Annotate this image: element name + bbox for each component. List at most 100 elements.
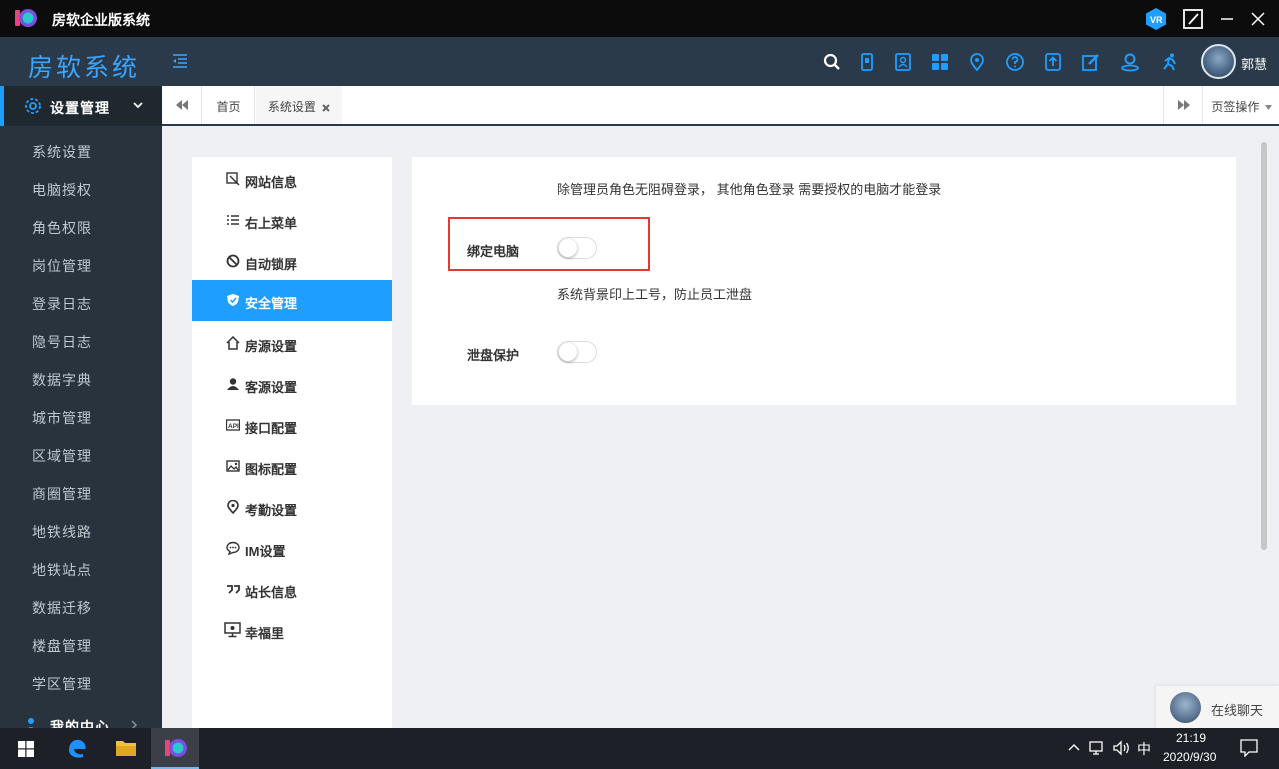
settings-menu-item-icon-config[interactable]: 图标配置 xyxy=(192,446,392,487)
page-actions-dropdown[interactable]: 页签操作 xyxy=(1204,86,1279,124)
vr-icon[interactable]: VR xyxy=(1144,7,1168,31)
monitor-icon xyxy=(224,622,241,638)
settings-menu-item-client-settings[interactable]: 客源设置 xyxy=(192,364,392,405)
double-chevron-right-icon xyxy=(1178,100,1190,110)
gear-icon xyxy=(25,98,41,114)
settings-menu-label: 站长信息 xyxy=(245,585,298,600)
tab-home[interactable]: 首页 xyxy=(203,86,255,124)
settings-menu-item-im-settings[interactable]: IM设置 xyxy=(192,528,392,569)
sidebar-item-login-log[interactable]: 登录日志 xyxy=(0,283,162,321)
contact-card-icon[interactable] xyxy=(893,52,913,72)
network-icon[interactable] xyxy=(1089,740,1107,756)
double-chevron-left-icon xyxy=(176,100,188,110)
chat-icon xyxy=(226,541,240,555)
settings-menu-item-attendance[interactable]: 考勤设置 xyxy=(192,487,392,528)
notification-icon[interactable] xyxy=(1240,739,1258,757)
settings-menu-label: 网站信息 xyxy=(245,175,298,190)
window-title: 房软企业版系统 xyxy=(52,12,150,28)
page-actions-label: 页签操作 xyxy=(1211,100,1260,114)
edit-window-icon[interactable] xyxy=(1181,7,1205,31)
svg-text:VR: VR xyxy=(1150,15,1163,25)
brand-logo: 房软系统 xyxy=(0,37,162,86)
clock-time[interactable]: 21:19 xyxy=(1176,731,1206,745)
taskbar-app-button[interactable] xyxy=(151,728,199,769)
clock-date[interactable]: 2020/9/30 xyxy=(1163,750,1216,764)
sidebar-item-positions[interactable]: 岗位管理 xyxy=(0,245,162,283)
help-icon[interactable] xyxy=(1005,52,1025,72)
leak-protection-toggle[interactable] xyxy=(557,341,597,363)
close-icon[interactable] xyxy=(1246,7,1270,31)
settings-menu-label: 安全管理 xyxy=(245,296,298,311)
app-logo-icon xyxy=(165,739,187,757)
settings-menu-label: 房源设置 xyxy=(245,339,298,354)
tab-home-label: 首页 xyxy=(216,100,241,114)
sidebar-item-business-areas[interactable]: 商圈管理 xyxy=(0,473,162,511)
sidebar-item-data-dictionary[interactable]: 数据字典 xyxy=(0,359,162,397)
sidebar-item-cities[interactable]: 城市管理 xyxy=(0,397,162,435)
sidebar-item-school-districts[interactable]: 学区管理 xyxy=(0,663,162,701)
online-chat-label: 在线聊天 xyxy=(1211,703,1264,718)
list-icon xyxy=(227,215,239,225)
edge-browser-icon xyxy=(69,739,86,758)
settings-menu-item-auto-lock[interactable]: 自动锁屏 xyxy=(192,241,392,282)
settings-menu-item-website-info[interactable]: 网站信息 xyxy=(192,159,392,200)
sidebar-item-pc-authorization[interactable]: 电脑授权 xyxy=(0,169,162,207)
settings-menu-item-xingfuli[interactable]: 幸福里 xyxy=(192,610,392,651)
search-icon[interactable] xyxy=(822,52,842,72)
ime-indicator[interactable]: 中 xyxy=(1137,739,1151,759)
user-avatar[interactable] xyxy=(1201,44,1236,79)
sidebar-item-data-migration[interactable]: 数据迁移 xyxy=(0,587,162,625)
tabs-scroll-left-button[interactable] xyxy=(162,86,202,124)
grid-icon[interactable] xyxy=(930,52,950,72)
tray-expand-icon[interactable] xyxy=(1068,743,1080,751)
settings-menu-item-listing-settings[interactable]: 房源设置 xyxy=(192,323,392,364)
tabs-scroll-right-button[interactable] xyxy=(1163,86,1203,124)
user-name[interactable]: 郭慧 xyxy=(1241,54,1267,73)
scrollbar[interactable] xyxy=(1261,142,1267,550)
upload-icon[interactable] xyxy=(1043,52,1063,72)
location-pin-icon[interactable] xyxy=(967,52,987,72)
sidebar-item-system-settings[interactable]: 系统设置 xyxy=(0,131,162,169)
windows-logo-icon xyxy=(18,741,34,757)
run-icon[interactable] xyxy=(1160,52,1180,72)
sidebar-item-metro-lines[interactable]: 地铁线路 xyxy=(0,511,162,549)
settings-menu-label: 接口配置 xyxy=(245,421,298,436)
start-button[interactable] xyxy=(0,728,52,769)
tab-system-settings[interactable]: 系统设置 xyxy=(256,86,342,124)
edit-icon[interactable] xyxy=(1081,52,1101,72)
mobile-icon[interactable] xyxy=(857,52,877,72)
sidebar: 设置管理 系统设置 电脑授权 角色权限 岗位管理 登录日志 隐号日志 数据字典 … xyxy=(0,86,162,728)
settings-menu-label: 自动锁屏 xyxy=(245,257,298,272)
sidebar-item-role-permissions[interactable]: 角色权限 xyxy=(0,207,162,245)
user-location-icon[interactable] xyxy=(1120,52,1140,72)
chevron-right-icon xyxy=(131,720,138,728)
settings-menu-item-top-right-menu[interactable]: 右上菜单 xyxy=(192,200,392,241)
online-chat-widget[interactable]: 在线聊天 xyxy=(1156,686,1279,730)
settings-menu-item-security[interactable]: 安全管理 xyxy=(192,280,392,321)
taskbar-explorer-button[interactable] xyxy=(102,728,150,769)
quote-icon xyxy=(227,585,240,594)
shield-icon xyxy=(227,294,239,306)
caret-down-icon xyxy=(1264,105,1272,110)
settings-menu-label: 考勤设置 xyxy=(245,503,298,518)
menu-collapse-icon[interactable] xyxy=(172,53,188,69)
sidebar-group-settings[interactable]: 设置管理 xyxy=(0,86,162,126)
settings-menu-item-webmaster-info[interactable]: 站长信息 xyxy=(192,569,392,610)
folder-icon xyxy=(116,741,136,756)
chat-avatar xyxy=(1170,692,1201,723)
security-settings-panel: 除管理员角色无阻碍登录， 其他角色登录 需要授权的电脑才能登录 绑定电脑 系统背… xyxy=(412,157,1236,405)
sidebar-item-metro-stations[interactable]: 地铁站点 xyxy=(0,549,162,587)
sidebar-item-properties[interactable]: 楼盘管理 xyxy=(0,625,162,663)
bind-pc-description: 除管理员角色无阻碍登录， 其他角色登录 需要授权的电脑才能登录 xyxy=(557,182,942,197)
sidebar-group-my-center[interactable]: 我的中心 xyxy=(0,710,162,728)
taskbar-edge-button[interactable] xyxy=(53,728,101,769)
settings-menu-label: 幸福里 xyxy=(245,626,285,641)
settings-menu-item-api-config[interactable]: API 接口配置 xyxy=(192,405,392,446)
sidebar-item-districts[interactable]: 区域管理 xyxy=(0,435,162,473)
settings-menu-label: 图标配置 xyxy=(245,462,298,477)
sidebar-item-hidden-number-log[interactable]: 隐号日志 xyxy=(0,321,162,359)
tab-system-settings-label: 系统设置 xyxy=(267,100,316,114)
volume-icon[interactable] xyxy=(1113,740,1131,756)
minimize-icon[interactable] xyxy=(1215,7,1239,31)
tab-close-icon[interactable] xyxy=(322,104,330,112)
